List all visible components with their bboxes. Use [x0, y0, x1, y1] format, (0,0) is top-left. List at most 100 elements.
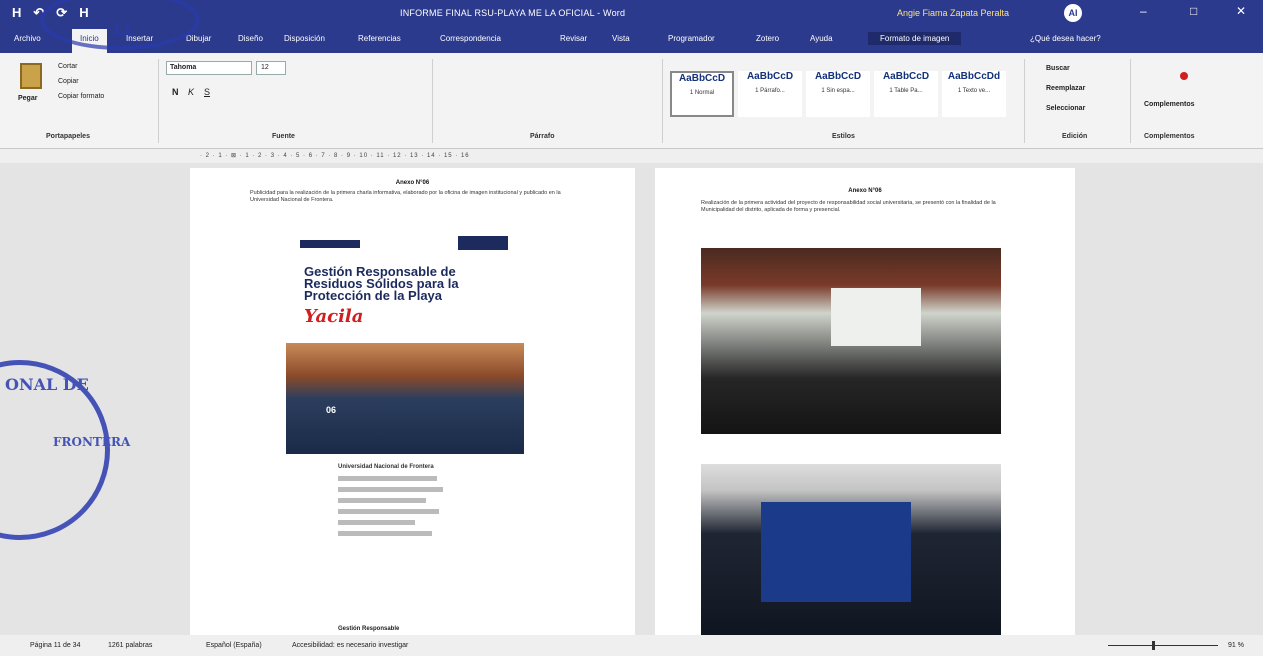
save-icon[interactable]: H — [12, 5, 21, 21]
word-count[interactable]: 1261 palabras — [108, 642, 152, 649]
bold-button[interactable]: N — [172, 87, 179, 97]
font-name-dropdown[interactable]: Tahoma — [166, 61, 252, 75]
ribbon: Pegar Cortar Copiar Copiar formato Porta… — [0, 53, 1263, 149]
clipboard-group-label: Portapapeles — [46, 133, 90, 140]
cut-button[interactable]: Cortar — [58, 63, 77, 70]
accessibility-indicator[interactable]: Accesibilidad: es necesario investigar — [292, 642, 408, 649]
tab-disposicion[interactable]: Disposición — [284, 34, 325, 43]
group-divider — [1130, 59, 1131, 143]
tab-ayuda[interactable]: Ayuda — [810, 34, 833, 43]
minimize-button[interactable]: – — [1140, 4, 1147, 18]
flyer-brand: Yacila — [304, 306, 364, 327]
style-name: 1 Normal — [689, 90, 715, 96]
style-name: 1 Texto ve... — [957, 88, 991, 94]
annex-caption: Realización de la primera actividad del … — [701, 200, 996, 213]
tab-revisar[interactable]: Revisar — [560, 34, 587, 43]
format-painter-button[interactable]: Copiar formato — [58, 93, 104, 100]
annex-heading: Anexo N°06 — [395, 180, 430, 186]
page-count[interactable]: Página 11 de 34 — [30, 642, 80, 649]
style-name: 1 Sin espa... — [821, 88, 855, 94]
font-group-label: Fuente — [272, 133, 295, 140]
post-line — [338, 509, 440, 514]
tab-referencias[interactable]: Referencias — [358, 34, 401, 43]
style-sample: AaBbCcDd — [947, 71, 1001, 82]
paste-button[interactable]: Pegar — [18, 95, 37, 102]
zoom-slider[interactable] — [1108, 645, 1218, 646]
word-window: H ↶ ⟳ H INFORME FINAL RSU-PLAYA ME LA OF… — [0, 0, 1263, 656]
group-divider — [432, 59, 433, 143]
tab-dibujar[interactable]: Dibujar — [186, 34, 211, 43]
horizontal-ruler[interactable]: · 2 · 1 · ⊠ · 1 · 2 · 3 · 4 · 5 · 6 · 7 … — [0, 149, 1263, 163]
group-divider — [158, 59, 159, 143]
style-sample: AaBbCcD — [746, 71, 794, 82]
avatar[interactable]: AI — [1064, 4, 1082, 22]
university-logo — [300, 240, 360, 248]
italic-button[interactable]: K — [188, 87, 194, 97]
style-sample: AaBbCcD — [814, 71, 862, 82]
style-sin-espaciado[interactable]: AaBbCcD 1 Sin espa... — [806, 71, 870, 117]
page-left[interactable]: Anexo N°06 Publicidad para la realizació… — [190, 168, 635, 635]
addins-icon[interactable] — [1180, 72, 1188, 80]
flyer-date: 06 — [326, 405, 337, 415]
zoom-slider-thumb[interactable] — [1152, 641, 1155, 650]
style-sample: AaBbCcD — [882, 71, 930, 82]
post-line — [338, 531, 432, 536]
tab-programador[interactable]: Programador — [668, 34, 715, 43]
style-parrafo[interactable]: AaBbCcD 1 Párrafo... — [738, 71, 802, 117]
group-divider — [662, 59, 663, 143]
replace-button[interactable]: Reemplazar — [1046, 85, 1085, 92]
zoom-level[interactable]: 91 % — [1228, 642, 1244, 649]
social-post-image[interactable]: Universidad Nacional de Frontera Gestión… — [338, 464, 448, 635]
flyer-title: Gestión Responsable de Residuos Sólidos … — [304, 264, 459, 303]
underline-button[interactable]: S — [204, 87, 210, 97]
select-button[interactable]: Seleccionar — [1046, 105, 1085, 112]
flyer-image[interactable]: Gestión Responsable de Residuos Sólidos … — [286, 228, 524, 454]
font-size-dropdown[interactable]: 12 — [256, 61, 286, 75]
style-name: 1 Párrafo... — [755, 88, 785, 94]
tab-zotero[interactable]: Zotero — [756, 34, 779, 43]
shield-icon — [458, 236, 508, 250]
paragraph-group-label: Párrafo — [530, 133, 555, 140]
tab-formato-de-imagen[interactable]: Formato de imagen — [868, 32, 962, 45]
classroom-photo-1[interactable] — [701, 248, 1001, 434]
post-line — [338, 476, 437, 481]
stamp-text-side: FRONTERA — [53, 435, 131, 449]
stamp-text-bottom: ONAL DE — [5, 375, 89, 394]
paste-icon[interactable] — [20, 63, 42, 89]
annex-heading: Anexo N°06 — [848, 188, 882, 194]
styles-group-label: Estilos — [832, 133, 855, 140]
annex-caption: Publicidad para la realización de la pri… — [250, 190, 561, 203]
post-heading: Gestión Responsable — [338, 626, 400, 632]
user-name[interactable]: Angie Fiama Zapata Peralta — [897, 8, 1009, 18]
post-line — [338, 487, 443, 492]
font-name-value: Tahoma — [170, 64, 197, 71]
style-name: 1 Table Pa... — [889, 88, 923, 94]
projector-screen — [831, 288, 921, 346]
tell-me-search[interactable]: ¿Qué desea hacer? — [1030, 34, 1101, 43]
tab-diseno[interactable]: Diseño — [238, 34, 263, 43]
tab-vista[interactable]: Vista — [612, 34, 630, 43]
style-sample: AaBbCcD — [678, 73, 726, 84]
tab-archivo[interactable]: Archivo — [14, 34, 41, 43]
restore-button[interactable]: □ — [1190, 4, 1197, 18]
page-right[interactable]: Anexo N°06 Realización de la primera act… — [655, 168, 1075, 635]
addins-button[interactable]: Complementos — [1144, 101, 1195, 108]
copy-button[interactable]: Copiar — [58, 78, 79, 85]
post-line — [338, 520, 415, 525]
beach-photo: 06 — [286, 343, 524, 454]
find-button[interactable]: Buscar — [1046, 65, 1070, 72]
group-divider — [1024, 59, 1025, 143]
close-button[interactable]: ✕ — [1236, 4, 1246, 18]
post-line — [338, 498, 426, 503]
document-title: INFORME FINAL RSU-PLAYA ME LA OFICIAL - … — [400, 8, 626, 18]
style-table[interactable]: AaBbCcD 1 Table Pa... — [874, 71, 938, 117]
style-texto[interactable]: AaBbCcDd 1 Texto ve... — [942, 71, 1006, 117]
style-normal[interactable]: AaBbCcD 1 Normal — [670, 71, 734, 117]
addins-group-label: Complementos — [1144, 133, 1195, 140]
language-indicator[interactable]: Español (España) — [206, 642, 262, 649]
ruler-marks: · 2 · 1 · ⊠ · 1 · 2 · 3 · 4 · 5 · 6 · 7 … — [200, 153, 470, 159]
classroom-photo-2[interactable] — [701, 464, 1001, 635]
tab-correspondencia[interactable]: Correspondencia — [440, 34, 501, 43]
stamp-text-top: LA — [114, 24, 132, 38]
document-area[interactable]: Anexo N°06 Publicidad para la realizació… — [0, 163, 1263, 635]
